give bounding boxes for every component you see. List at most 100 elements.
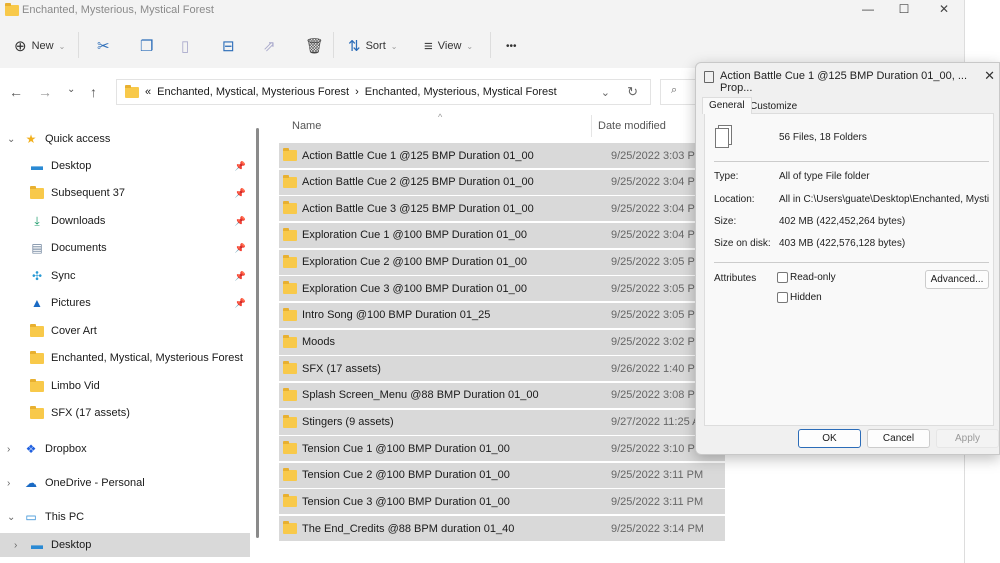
sidebar-item[interactable]: ⌄ ★ Quick access (0, 127, 250, 151)
breadcrumb-item[interactable]: Enchanted, Mysterious, Mystical Forest (365, 86, 557, 98)
tab-general[interactable]: General (702, 97, 752, 114)
file-row[interactable]: Action Battle Cue 3 @125 BMP Duration 01… (279, 196, 725, 222)
chevron-down-icon[interactable]: ⌄ (7, 512, 15, 523)
desktop-icon: ▬ (31, 159, 43, 173)
new-button[interactable]: ⊕ New ⌄ (14, 36, 65, 56)
checkbox-box[interactable] (777, 292, 788, 303)
refresh-icon[interactable]: ↻ (627, 84, 638, 100)
folder-icon (30, 186, 44, 200)
cut-button[interactable]: ✂ (97, 36, 110, 56)
address-bar[interactable]: « Enchanted, Mystical, Mysterious Forest… (116, 79, 651, 105)
recent-locations-button[interactable]: ⌄ (67, 84, 75, 95)
cancel-button[interactable]: Cancel (867, 429, 930, 448)
column-divider[interactable] (591, 115, 592, 137)
divider (333, 32, 334, 58)
up-button[interactable]: ↑ (90, 84, 97, 100)
breadcrumb-item[interactable]: Enchanted, Mystical, Mysterious Forest (157, 86, 349, 98)
read-only-checkbox[interactable]: Read-only (777, 272, 836, 283)
file-row[interactable]: Exploration Cue 1 @100 BMP Duration 01_0… (279, 222, 725, 248)
close-button[interactable]: ✕ (926, 0, 962, 18)
column-header-date[interactable]: Date modified (598, 120, 666, 132)
dialog-close-button[interactable]: ✕ (984, 68, 995, 84)
folder-icon (283, 148, 297, 161)
file-row[interactable]: Moods 9/25/2022 3:02 PM (279, 329, 725, 355)
sidebar-item[interactable]: Subsequent 37 📌 (0, 181, 250, 205)
pin-icon: 📌 (234, 160, 246, 171)
maximize-button[interactable]: ☐ (886, 0, 922, 18)
rename-button[interactable]: ⊟ (222, 36, 235, 56)
pictures-icon: ▲ (31, 296, 43, 310)
sidebar-item[interactable]: ▤ Documents 📌 (0, 236, 250, 260)
sort-button[interactable]: ⇅ Sort ⌄ (348, 36, 397, 56)
sidebar-item[interactable]: › ☁ OneDrive - Personal (0, 471, 250, 495)
file-row[interactable]: Exploration Cue 3 @100 BMP Duration 01_0… (279, 276, 725, 302)
file-row[interactable]: Intro Song @100 BMP Duration 01_25 9/25/2… (279, 302, 725, 328)
read-only-label: Read-only (790, 272, 836, 284)
sidebar-item-label: Desktop (51, 160, 92, 172)
file-row[interactable]: Tension Cue 2 @100 BMP Duration 01_00 9/2… (279, 462, 725, 488)
sidebar-item-label: SFX (17 assets) (51, 407, 130, 419)
file-name: Tension Cue 2 @100 BMP Duration 01_00 (302, 469, 510, 482)
copy-button[interactable]: ❐ (140, 36, 153, 56)
folder-icon (283, 254, 297, 268)
ok-button[interactable]: OK (798, 429, 861, 448)
chevron-down-icon[interactable]: ⌄ (7, 134, 15, 145)
file-row[interactable]: Tension Cue 1 @100 BMP Duration 01_00 9/2… (279, 436, 725, 462)
sidebar-item-label: Downloads (51, 215, 106, 227)
sidebar-item[interactable]: Cover Art (0, 319, 250, 343)
file-row[interactable]: Stingers (9 assets) 9/27/2022 11:25 AM (279, 409, 725, 435)
field-value: All of type File folder (779, 171, 870, 182)
sidebar-item[interactable]: ⌄ ▭ This PC (0, 505, 250, 529)
delete-button[interactable]: 🗑 (305, 36, 324, 56)
sidebar-item-label: Documents (51, 242, 107, 254)
sidebar-item[interactable]: ▲ Pictures 📌 (0, 291, 250, 315)
sidebar-item[interactable]: Limbo Vid (0, 374, 250, 398)
minimize-button[interactable]: — (850, 0, 886, 18)
file-row[interactable]: Action Battle Cue 2 @125 BMP Duration 01… (279, 169, 725, 195)
apply-button[interactable]: Apply (936, 429, 999, 448)
folder-icon (283, 521, 297, 535)
folder-icon (283, 387, 297, 401)
checkbox-box[interactable] (777, 272, 788, 283)
sidebar-item[interactable]: ✣ Sync 📌 (0, 264, 250, 288)
column-header-name[interactable]: Name (292, 120, 321, 132)
chevron-right-icon[interactable]: › (7, 444, 10, 455)
chevron-right-icon[interactable]: › (14, 540, 17, 551)
sidebar-item-label: Quick access (45, 133, 111, 145)
forward-button[interactable]: → (38, 84, 52, 100)
folder-icon (283, 334, 297, 348)
list-view-icon: ≡ (424, 37, 433, 55)
file-name: Stingers (9 assets) (302, 416, 394, 428)
file-row[interactable]: The End_Credits @88 BPM duration 01_40 9/… (279, 516, 725, 542)
breadcrumb-overflow[interactable]: « (145, 86, 151, 98)
file-name: Action Battle Cue 3 @125 BMP Duration 01… (302, 202, 534, 215)
hidden-checkbox[interactable]: Hidden (777, 292, 822, 303)
sidebar-item[interactable]: SFX (17 assets) (0, 401, 250, 425)
view-button[interactable]: ≡ View ⌄ (424, 36, 473, 56)
back-button[interactable]: ← (9, 84, 23, 100)
sidebar-scrollbar[interactable] (256, 128, 259, 538)
chevron-down-icon[interactable]: ⌄ (601, 86, 610, 99)
file-row[interactable]: Exploration Cue 2 @100 BMP Duration 01_0… (279, 249, 725, 275)
paste-button[interactable]: ▯ (181, 36, 189, 56)
sidebar-item[interactable]: › ▬ Desktop (0, 533, 250, 557)
file-row[interactable]: Tension Cue 3 @100 BMP Duration 01_00 9/2… (279, 489, 725, 515)
more-button[interactable]: ••• (506, 36, 517, 56)
documents-icon: ▤ (31, 241, 43, 255)
date-modified: 9/25/2022 3:14 PM (611, 522, 704, 535)
sidebar-item[interactable]: ▬ Desktop 📌 (0, 154, 250, 178)
file-row[interactable]: SFX (17 assets) 9/26/2022 1:40 PM (279, 356, 725, 382)
rename-icon: ⊟ (222, 38, 235, 55)
file-row[interactable]: Splash Screen_Menu @88 BMP Duration 01_0… (279, 382, 725, 408)
advanced-button[interactable]: Advanced... (925, 270, 989, 289)
folder-icon (283, 494, 297, 508)
share-button[interactable]: ⇗ (263, 36, 276, 56)
sidebar-item[interactable]: › ❖ Dropbox (0, 437, 250, 461)
file-row[interactable]: Action Battle Cue 1 @125 BMP Duration 01… (279, 143, 725, 168)
sidebar-item[interactable]: Enchanted, Mystical, Mysterious Forest (0, 346, 250, 370)
sidebar-item[interactable]: ⤓ Downloads 📌 (0, 209, 250, 233)
file-name: SFX (17 assets) (302, 362, 381, 375)
chevron-right-icon[interactable]: › (7, 478, 10, 489)
search-input[interactable]: ⌕ (660, 79, 700, 105)
sidebar-item-label: Desktop (51, 539, 92, 551)
